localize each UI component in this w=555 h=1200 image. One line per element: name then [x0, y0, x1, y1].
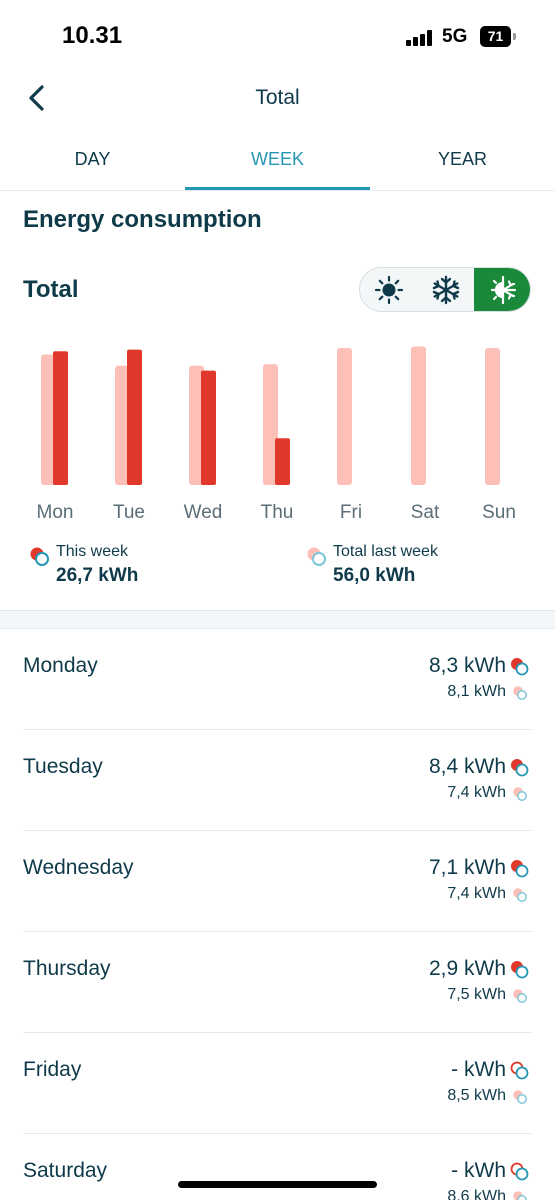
x-tick-label: Mon: [37, 502, 74, 523]
bar-last-week-sat: [411, 346, 426, 485]
signal-icon: [406, 30, 434, 46]
mode-heating-button[interactable]: [360, 268, 417, 311]
tab-year[interactable]: YEAR: [370, 130, 555, 190]
last-week-icon: [513, 1191, 527, 1200]
last-week-icon: [307, 547, 326, 566]
day-current-value: - kWh: [451, 1159, 506, 1182]
bar-this-week-thu: [275, 438, 290, 485]
tab-active-indicator: [185, 187, 370, 190]
day-name: Monday: [23, 654, 98, 677]
mode-cooling-button[interactable]: [417, 268, 474, 311]
bar-last-week-fri: [337, 348, 352, 485]
bar-last-week-sun: [485, 348, 500, 485]
this-week-outline-icon: [510, 1162, 529, 1181]
period-tabs: DAY WEEK YEAR: [0, 130, 555, 191]
list-item[interactable]: Friday - kWh 8,5 kWh: [23, 1033, 532, 1134]
snowflake-icon: [432, 275, 459, 304]
this-week-icon: [30, 547, 49, 566]
day-name: Wednesday: [23, 856, 134, 879]
x-tick-label: Sun: [482, 502, 516, 523]
day-last-week-value: 8,5 kWh: [447, 1087, 506, 1104]
battery-level: 71: [480, 26, 511, 47]
list-item[interactable]: Saturday - kWh 8,6 kWh: [23, 1134, 532, 1200]
this-week-outline-icon: [510, 1061, 529, 1080]
status-time: 10.31: [62, 22, 123, 49]
last-week-icon: [513, 1090, 527, 1104]
x-tick-label: Wed: [184, 502, 223, 523]
page-title: Total: [255, 86, 300, 109]
status-bar: 10.31 5G 71: [0, 0, 555, 70]
x-tick-label: Sat: [411, 502, 440, 523]
section-divider: [0, 610, 555, 629]
day-current-value: 8,4 kWh: [428, 755, 506, 778]
home-indicator: [178, 1181, 377, 1188]
list-item[interactable]: Thursday 2,9 kWh 7,5 kWh: [23, 932, 532, 1033]
battery-icon: 71: [480, 26, 516, 47]
x-tick-label: Thu: [261, 502, 294, 523]
this-week-icon: [511, 759, 529, 777]
legend-this-week-value: 26,7 kWh: [56, 565, 139, 586]
day-name: Thursday: [23, 957, 111, 980]
list-item[interactable]: Monday 8,3 kWh 8,1 kWh: [23, 629, 532, 730]
legend-this-week-label: This week: [56, 543, 129, 560]
list-item[interactable]: Tuesday 8,4 kWh 7,4 kWh: [23, 730, 532, 831]
this-week-icon: [511, 860, 529, 878]
day-current-value: 7,1 kWh: [428, 856, 506, 879]
last-week-icon: [513, 888, 527, 902]
mode-combined-button[interactable]: [474, 268, 530, 311]
chart-title: Total: [23, 276, 79, 303]
tab-week[interactable]: WEEK: [185, 130, 370, 190]
last-week-icon: [513, 787, 527, 801]
sun-icon: [374, 275, 403, 304]
bar-this-week-tue: [127, 349, 142, 485]
day-last-week-value: 7,4 kWh: [447, 885, 506, 902]
day-name: Friday: [23, 1058, 82, 1081]
day-last-week-value: 7,5 kWh: [447, 986, 506, 1003]
section-title: Energy consumption: [23, 206, 262, 233]
tab-day[interactable]: DAY: [0, 130, 185, 190]
day-current-value: 2,9 kWh: [428, 957, 506, 980]
network-label: 5G: [442, 26, 468, 47]
legend-last-week-value: 56,0 kWh: [333, 565, 416, 586]
day-current-value: - kWh: [451, 1058, 506, 1081]
sun-snowflake-icon: [490, 275, 516, 304]
list-item[interactable]: Wednesday 7,1 kWh 7,4 kWh: [23, 831, 532, 932]
x-tick-label: Tue: [113, 502, 145, 523]
this-week-icon: [511, 658, 529, 676]
weekly-consumption-chart: Mon Tue Wed Thu Fri Sat Sun: [37, 346, 516, 523]
day-last-week-value: 7,4 kWh: [447, 784, 506, 801]
day-last-week-value: 8,1 kWh: [447, 683, 506, 700]
day-current-value: 8,3 kWh: [428, 654, 506, 677]
last-week-icon: [513, 989, 527, 1003]
day-name: Tuesday: [23, 755, 103, 778]
bar-this-week-mon: [53, 351, 68, 485]
last-week-icon: [513, 686, 527, 700]
legend-last-week-label: Total last week: [333, 543, 438, 560]
x-tick-label: Fri: [340, 502, 362, 523]
day-name: Saturday: [23, 1159, 108, 1182]
this-week-icon: [511, 961, 529, 979]
day-last-week-value: 8,6 kWh: [447, 1188, 506, 1200]
mode-toggle: [359, 267, 531, 312]
bar-this-week-wed: [201, 370, 216, 485]
